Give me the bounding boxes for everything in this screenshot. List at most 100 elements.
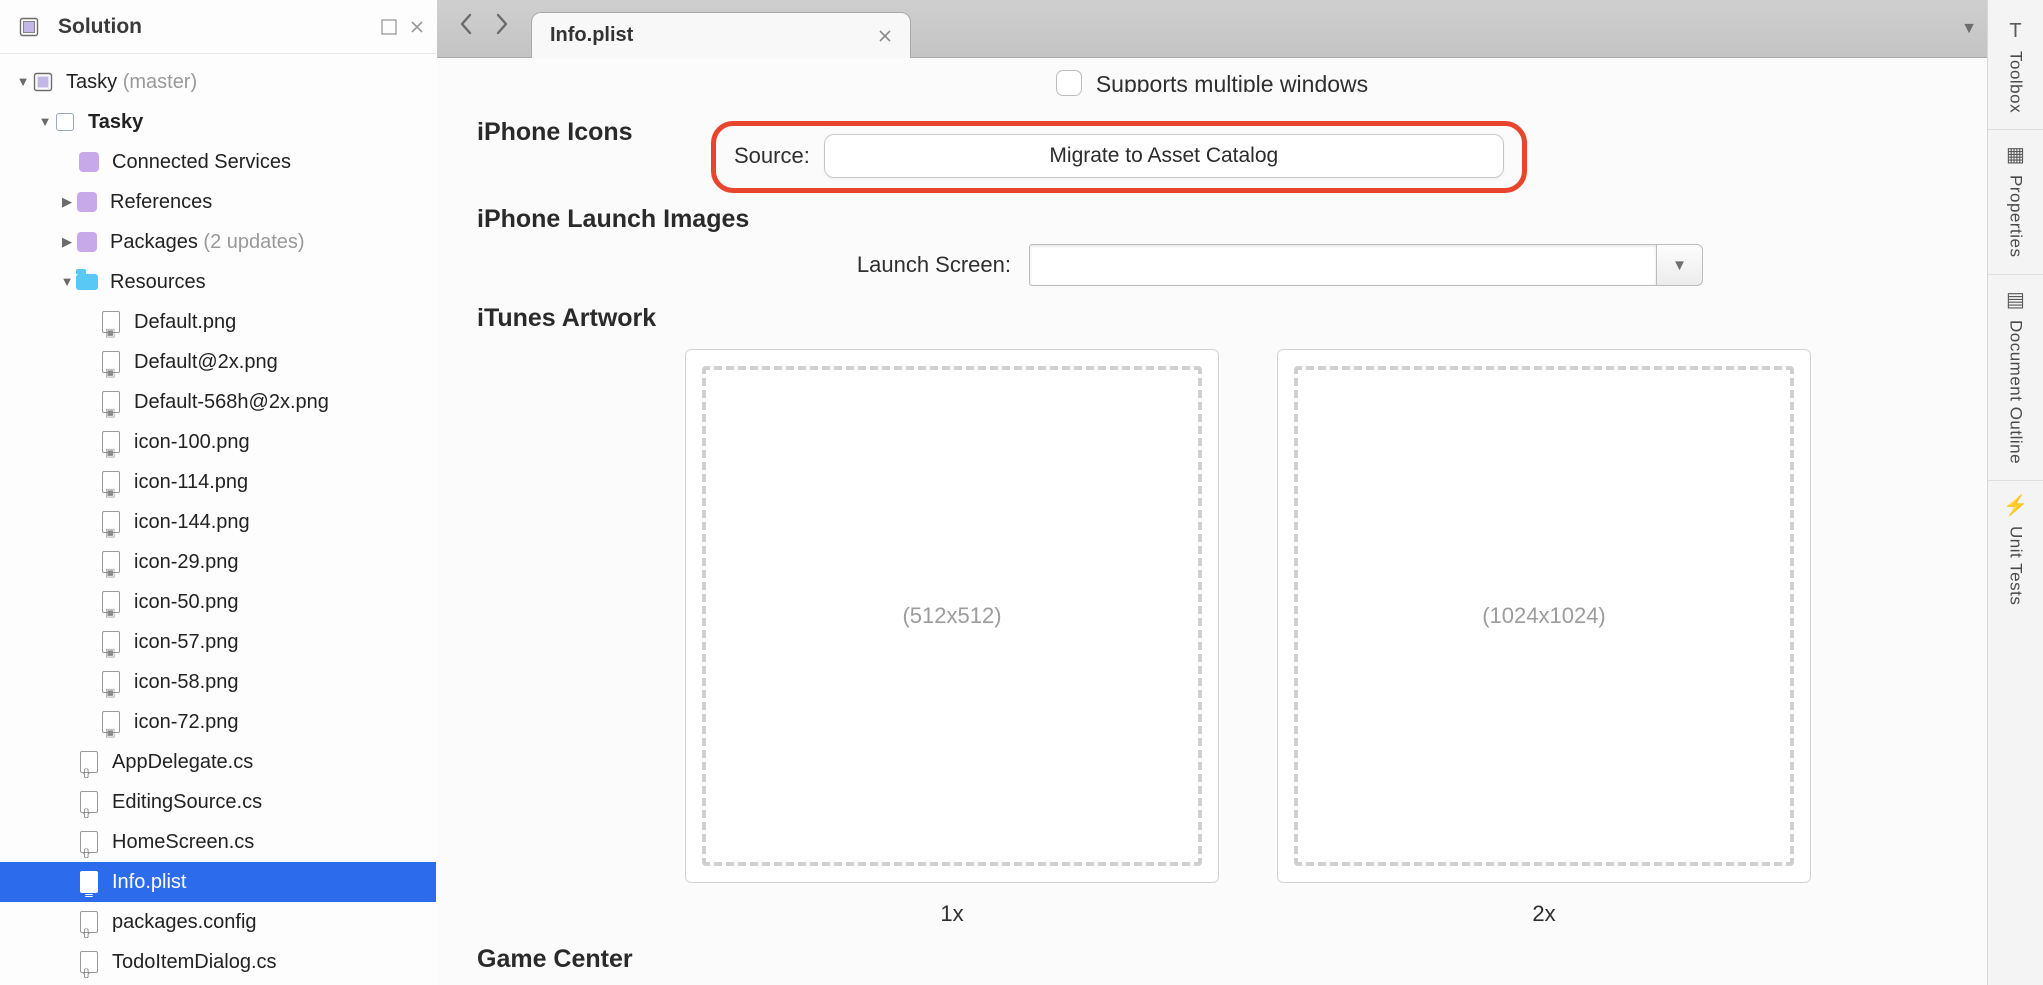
image-file-icon <box>100 311 122 333</box>
solution-node[interactable]: ▼ Tasky (master) <box>0 62 436 102</box>
file-icon <box>78 791 100 813</box>
file-label: icon-50.png <box>130 582 239 622</box>
artwork-slot-1x: (512x512) 1x <box>685 349 1219 927</box>
solution-icon <box>32 71 54 93</box>
file-label: icon-58.png <box>130 662 239 702</box>
app-root: Solution ▼ Tasky (master) ▼ Tasky <box>0 0 2043 985</box>
supports-multiple-windows-label: Supports multiple windows <box>1096 75 1368 92</box>
connected-services-label: Connected Services <box>108 142 291 182</box>
file-label: packages.config <box>108 902 257 942</box>
supports-multiple-windows-checkbox[interactable] <box>1056 70 1082 96</box>
file-node[interactable]: icon-57.png <box>0 622 436 662</box>
rail-tab-icon: ▦ <box>2006 142 2025 167</box>
artwork-slot-2x: (1024x1024)2x <box>1277 349 1811 927</box>
solution-pane: Solution ▼ Tasky (master) ▼ Tasky <box>0 0 437 985</box>
file-node[interactable]: icon-29.png <box>0 542 436 582</box>
tab-overflow-icon[interactable]: ▼ <box>1961 20 1977 38</box>
file-node[interactable]: Info.plist <box>0 862 436 902</box>
image-file-icon <box>100 351 122 373</box>
rail-tab-properties[interactable]: ▦Properties <box>1988 130 2043 274</box>
image-file-icon <box>100 511 122 533</box>
chevron-down-icon[interactable]: ▼ <box>14 62 32 102</box>
file-icon <box>78 831 100 853</box>
editor-tabbar: Info.plist ▼ <box>437 0 1987 58</box>
rail-tab-label: Unit Tests <box>2006 526 2026 605</box>
launch-screen-input[interactable] <box>1029 244 1657 286</box>
artwork-dropzone[interactable]: (1024x1024) <box>1277 349 1811 883</box>
tab-close-icon[interactable] <box>878 29 892 43</box>
migrate-to-asset-catalog-button[interactable]: Migrate to Asset Catalog <box>824 134 1504 178</box>
file-label: icon-57.png <box>130 622 239 662</box>
artwork-row: (512x512) 1x (1024x1024)2x <box>477 343 1947 927</box>
chevron-right-icon[interactable]: ▶ <box>58 222 76 262</box>
file-label: EditingSource.cs <box>108 782 262 822</box>
rail-tab-icon: T <box>2009 20 2021 43</box>
file-icon <box>78 951 100 973</box>
references-label: References <box>106 182 212 222</box>
chevron-down-icon[interactable]: ▼ <box>36 102 54 142</box>
references-node[interactable]: ▶ References <box>0 182 436 222</box>
file-node[interactable]: TodoItemDialog.cs <box>0 942 436 982</box>
launch-screen-dropdown-button[interactable]: ▼ <box>1657 244 1703 286</box>
file-label: Info.plist <box>108 862 186 902</box>
solution-close-icon[interactable] <box>408 18 426 36</box>
file-node[interactable]: packages.config <box>0 902 436 942</box>
artwork-placeholder: (1024x1024) <box>1482 603 1606 629</box>
file-label: icon-72.png <box>130 702 239 742</box>
file-node[interactable]: Default.png <box>0 302 436 342</box>
solution-icon <box>18 16 40 38</box>
file-icon <box>78 911 100 933</box>
image-file-icon <box>100 711 122 733</box>
rail-tab-label: Document Outline <box>2006 320 2026 464</box>
source-label: Source: <box>734 143 810 169</box>
tab-infoplist[interactable]: Info.plist <box>531 12 911 58</box>
artwork-dropzone[interactable]: (512x512) <box>685 349 1219 883</box>
packages-node[interactable]: ▶ Packages (2 updates) <box>0 222 436 262</box>
nav-forward-button[interactable] <box>487 9 517 39</box>
rail-tab-icon: ⚡ <box>2003 493 2028 518</box>
file-node[interactable]: AppDelegate.cs <box>0 742 436 782</box>
solution-pane-title: Solution <box>58 15 142 39</box>
packages-updates: (2 updates) <box>203 231 304 253</box>
editor-body: Supports multiple windows iPhone Icons S… <box>437 58 1987 985</box>
section-launch-images: iPhone Launch Images <box>477 205 1947 234</box>
file-node[interactable]: icon-144.png <box>0 502 436 542</box>
file-node[interactable]: Default-568h@2x.png <box>0 382 436 422</box>
image-file-icon <box>100 591 122 613</box>
file-node[interactable]: icon-114.png <box>0 462 436 502</box>
rail-tab-unit-tests[interactable]: ⚡ Unit Tests <box>1988 481 2043 621</box>
resources-node[interactable]: ▼ Resources <box>0 262 436 302</box>
artwork-caption: 1x <box>940 901 963 927</box>
file-node[interactable]: HomeScreen.cs <box>0 822 436 862</box>
section-itunes-artwork: iTunes Artwork <box>477 304 1947 333</box>
file-node[interactable]: icon-58.png <box>0 662 436 702</box>
rail-tab-document-outline[interactable]: ▤ Document Outline <box>1988 275 2043 481</box>
file-label: Default-568h@2x.png <box>130 382 329 422</box>
file-label: icon-114.png <box>130 462 248 502</box>
file-icon <box>78 751 100 773</box>
file-node[interactable]: Default@2x.png <box>0 342 436 382</box>
chevron-right-icon[interactable]: ▶ <box>58 182 76 222</box>
image-file-icon <box>100 471 122 493</box>
tab-title: Info.plist <box>550 24 633 47</box>
image-file-icon <box>100 631 122 653</box>
launch-screen-combo[interactable]: ▼ <box>1029 244 1703 286</box>
rail-tab-toolbox[interactable]: TToolbox <box>1988 8 2043 130</box>
solution-branch: (master) <box>123 71 197 93</box>
solution-pane-header: Solution <box>0 0 436 54</box>
packages-icon <box>76 231 98 253</box>
project-node[interactable]: ▼ Tasky <box>0 102 436 142</box>
file-label: Default.png <box>130 302 236 342</box>
rail-tab-icon: ▤ <box>2006 287 2025 312</box>
connected-services-node[interactable]: Connected Services <box>0 142 436 182</box>
file-node[interactable]: icon-100.png <box>0 422 436 462</box>
file-node[interactable]: EditingSource.cs <box>0 782 436 822</box>
file-icon <box>78 871 100 893</box>
chevron-down-icon[interactable]: ▼ <box>58 262 76 302</box>
file-node[interactable]: icon-50.png <box>0 582 436 622</box>
launch-screen-label: Launch Screen: <box>477 252 1017 278</box>
nav-back-button[interactable] <box>451 9 481 39</box>
solution-tree: ▼ Tasky (master) ▼ Tasky Connected Servi… <box>0 54 436 982</box>
solution-dock-icon[interactable] <box>380 18 398 36</box>
file-node[interactable]: icon-72.png <box>0 702 436 742</box>
